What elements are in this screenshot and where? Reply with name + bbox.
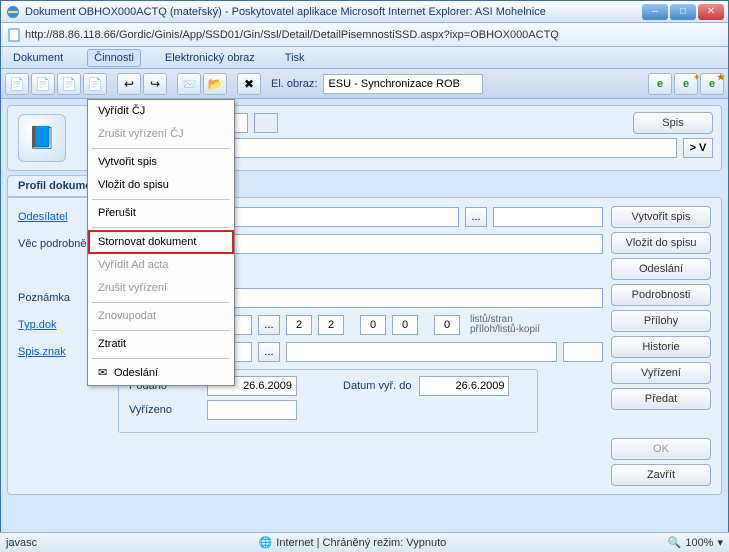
window-title: Dokument OBHOX000ACTQ (mateřský) - Posky…	[25, 6, 640, 18]
vyrizeno-field[interactable]	[207, 400, 297, 420]
status-bar: javasc 🌐 Internet | Chráněný režim: Vypn…	[0, 532, 729, 552]
menu-item-ztratit[interactable]: Ztratit	[88, 333, 234, 356]
menu-dokument[interactable]: Dokument	[7, 50, 69, 66]
e-button-3[interactable]: e★	[700, 73, 724, 95]
chevron-down-icon[interactable]: ▾	[717, 536, 723, 549]
datum-vyr-field[interactable]	[419, 376, 509, 396]
toolbar-btn-4[interactable]: 📄	[83, 73, 107, 95]
num-3[interactable]	[360, 315, 386, 335]
page-icon	[7, 28, 21, 42]
toolbar-btn-9[interactable]: ✖	[237, 73, 261, 95]
url-text[interactable]: http://88.86.118.66/Gordic/Ginis/App/SSD…	[25, 29, 559, 41]
num-4[interactable]	[392, 315, 418, 335]
menu-cinnosti[interactable]: Činnosti	[87, 49, 141, 67]
predat-button[interactable]: Předat	[611, 388, 711, 410]
mail-icon: ✉	[98, 366, 112, 379]
num-5[interactable]	[434, 315, 460, 335]
vyrizeno-label: Vyřízeno	[129, 404, 199, 416]
menu-elektronicky-obraz[interactable]: Elektronický obraz	[159, 50, 261, 66]
toolbar-btn-6[interactable]: ↪	[143, 73, 167, 95]
el-obraz-select[interactable]	[323, 74, 483, 94]
go-v-button[interactable]: > V	[683, 138, 713, 158]
zoom-icon: 🔍	[668, 536, 682, 549]
cj-extra-box[interactable]	[254, 113, 278, 133]
spisznak-label[interactable]: Spis.znak	[18, 346, 96, 358]
menu-tisk[interactable]: Tisk	[279, 50, 311, 66]
window-titlebar: Dokument OBHOX000ACTQ (mateřský) - Posky…	[1, 1, 728, 23]
priloh-listu-label: příloh/listů-kopií	[470, 325, 540, 335]
status-center: 🌐 Internet | Chráněný režim: Vypnuto	[259, 536, 447, 549]
zavrit-button[interactable]: Zavřít	[611, 464, 711, 486]
side-button-column: Vytvořit spis Vložit do spisu Odeslání P…	[611, 206, 711, 486]
vec-podrobne-label: Věc podrobně	[18, 238, 96, 250]
app-menubar: Dokument Činnosti Elektronický obraz Tis…	[1, 47, 728, 69]
cinnosti-dropdown[interactable]: Vyřídit ČJZrušit vyřízení ČJ Vytvořit spi…	[87, 99, 235, 386]
status-left: javasc	[6, 537, 37, 549]
odesilatel-extra-field[interactable]	[493, 207, 603, 227]
vytvorit-spis-button[interactable]: Vytvořit spis	[611, 206, 711, 228]
menu-item-zru-it-vy-zen-j: Zrušit vyřízení ČJ	[88, 123, 234, 146]
maximize-button[interactable]: □	[670, 4, 696, 20]
typdok-label[interactable]: Typ.dok	[18, 319, 96, 331]
prilohy-button[interactable]: Přílohy	[611, 310, 711, 332]
odeslani-button[interactable]: Odeslání	[611, 258, 711, 280]
toolbar-btn-1[interactable]: 📄	[5, 73, 29, 95]
num-2[interactable]	[318, 315, 344, 335]
el-obraz-label: El. obraz:	[271, 78, 317, 90]
menu-item-vlo-it-do-spisu[interactable]: Vložit do spisu	[88, 174, 234, 197]
poznamka-label: Poznámka	[18, 292, 96, 304]
toolbar-btn-3[interactable]: 📄	[57, 73, 81, 95]
e-button-2[interactable]: e+	[674, 73, 698, 95]
num-1[interactable]	[286, 315, 312, 335]
vyrizeni-button[interactable]: Vyřízení	[611, 362, 711, 384]
podrobnosti-button[interactable]: Podrobnosti	[611, 284, 711, 306]
spisznak-lookup-button[interactable]: ...	[258, 342, 280, 362]
zoom-value: 100%	[685, 537, 713, 549]
document-icon: 📘	[18, 114, 66, 162]
toolbar-btn-7[interactable]: 📨	[177, 73, 201, 95]
spis-button[interactable]: Spis	[633, 112, 713, 134]
menu-item-p-eru-it[interactable]: Přerušit	[88, 202, 234, 225]
ok-button[interactable]: OK	[611, 438, 711, 460]
ie-icon	[5, 4, 21, 20]
toolbar-btn-2[interactable]: 📄	[31, 73, 55, 95]
menu-item-vytvo-it-spis[interactable]: Vytvořit spis	[88, 151, 234, 174]
close-button[interactable]: ✕	[698, 4, 724, 20]
menu-item-zru-it-vy-zen-: Zrušit vyřízení	[88, 277, 234, 300]
menu-item-vy-dit-j[interactable]: Vyřídit ČJ	[88, 100, 234, 123]
historie-button[interactable]: Historie	[611, 336, 711, 358]
spisznak-code-field[interactable]	[563, 342, 603, 362]
menu-item-stornovat-dokument[interactable]: Stornovat dokument	[88, 230, 234, 254]
app-toolbar: 📄 📄 📄 📄 ↩ ↪ 📨 📂 ✖ El. obraz: e e+ e★	[1, 69, 728, 99]
spisznak-extra-field[interactable]	[286, 342, 557, 362]
datum-vyr-label: Datum vyř. do	[343, 380, 411, 392]
zoom-control[interactable]: 🔍 100% ▾	[668, 536, 723, 549]
vlozit-do-spisu-button[interactable]: Vložit do spisu	[611, 232, 711, 254]
toolbar-btn-5[interactable]: ↩	[117, 73, 141, 95]
odesilatel-lookup-button[interactable]: ...	[465, 207, 487, 227]
globe-icon: 🌐	[259, 536, 273, 549]
menu-item-vy-dit-ad-acta: Vyřídit Ad acta	[88, 254, 234, 277]
content-area: Vyřídit ČJZrušit vyřízení ČJ Vytvořit spi…	[1, 99, 728, 531]
odesilatel-label[interactable]: Odesílatel	[18, 211, 96, 223]
menu-item-odesl-n-[interactable]: ✉Odeslání	[88, 361, 234, 385]
typdok-lookup-button[interactable]: ...	[258, 315, 280, 335]
toolbar-btn-8[interactable]: 📂	[203, 73, 227, 95]
address-bar: http://88.86.118.66/Gordic/Ginis/App/SSD…	[1, 23, 728, 47]
menu-item-znovupodat: Znovupodat	[88, 305, 234, 328]
minimize-button[interactable]: –	[642, 4, 668, 20]
e-button-1[interactable]: e	[648, 73, 672, 95]
